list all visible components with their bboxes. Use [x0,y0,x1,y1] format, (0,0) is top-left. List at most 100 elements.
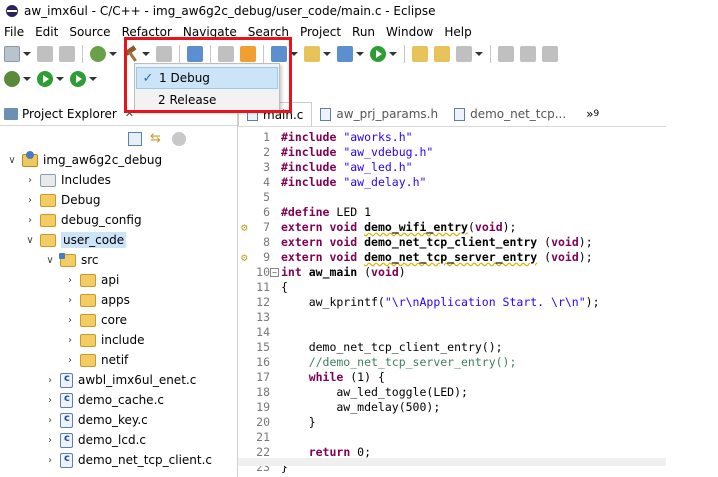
editor-tab-demo-net-tcp[interactable]: demo_net_tcp... [446,102,574,126]
menu-run[interactable]: Run [348,25,379,39]
debug-tool-icon[interactable] [187,46,203,62]
tree-item[interactable]: ∨ user_code [24,230,127,250]
toggle-build-icon[interactable] [240,46,256,62]
tree-item[interactable]: › demo_net_tcp_client.c [44,450,212,470]
chevron-right-icon[interactable]: › [64,275,76,286]
build-settings-icon[interactable] [90,46,106,62]
pin-icon[interactable] [520,46,536,62]
run-icon[interactable] [37,71,53,87]
tree-item[interactable]: › Includes [24,170,111,190]
tree-item[interactable]: › apps [64,290,130,310]
menu-refactor[interactable]: Refactor [118,25,176,39]
code-line[interactable]: 13 [238,310,666,325]
code-line[interactable]: 6 #define LED 1 [238,205,666,220]
build-settings-arrow-icon[interactable] [109,52,117,56]
tree-item[interactable]: ∨ img_aw6g2c_debug [6,150,162,170]
external-tools-icon[interactable] [70,71,86,87]
link-with-editor-icon[interactable]: ⇆ [150,132,164,146]
new-class-icon[interactable] [271,46,287,62]
new-c-project-icon[interactable] [370,46,386,62]
new-dropdown-arrow-icon[interactable] [23,52,31,56]
chevron-right-icon[interactable]: › [64,295,76,306]
new-source-file-arrow-icon[interactable] [356,52,364,56]
build-config-debug-item[interactable]: ✓ 1 Debug [136,67,278,89]
run-arrow-icon[interactable] [56,77,64,81]
chevron-down-icon[interactable]: ∨ [6,155,18,166]
new-class-arrow-icon[interactable] [290,52,298,56]
chevron-right-icon[interactable]: › [44,455,56,466]
editor-tab-prj-params[interactable]: aw_prj_params.h [312,102,446,126]
code-line[interactable]: 14 [238,325,666,340]
collapse-all-icon[interactable] [128,132,142,146]
code-line[interactable]: 19 aw_mdelay(500); [238,400,666,415]
menu-search[interactable]: Search [244,25,293,39]
code-line[interactable]: 12 aw_kprintf("\r\nApplication Start. \r… [238,295,666,310]
code-line[interactable]: 2 #include "aw_vdebug.h" [238,145,666,160]
chevron-down-icon[interactable]: ∨ [44,255,56,266]
code-line[interactable]: 20 } [238,415,666,430]
tree-item[interactable]: › netif [64,350,128,370]
code-line[interactable]: 3 #include "aw_led.h" [238,160,666,175]
chevron-down-icon[interactable]: ∨ [24,235,36,246]
new-folder-arrow-icon[interactable] [323,52,331,56]
new-c-project-arrow-icon[interactable] [389,52,397,56]
open-element-icon[interactable] [434,46,450,62]
chevron-right-icon[interactable]: › [44,435,56,446]
warning-marker-icon[interactable]: ⚙ [241,250,253,264]
new-icon[interactable] [4,46,20,62]
code-line[interactable]: 8 extern void demo_net_tcp_client_entry (… [238,235,666,250]
chevron-right-icon[interactable]: › [44,415,56,426]
code-line[interactable]: 18 aw_led_toggle(LED); [238,385,666,400]
code-line[interactable]: 17 while (1) { [238,370,666,385]
tree-item[interactable]: › demo_key.c [44,410,148,430]
new-source-file-icon[interactable] [337,46,353,62]
code-line[interactable]: 21 [238,430,666,445]
menu-file[interactable]: File [0,25,28,39]
menu-edit[interactable]: Edit [31,25,62,39]
code-line[interactable]: 16 //demo_net_tcp_server_entry(); [238,355,666,370]
tree-item[interactable]: › api [64,270,119,290]
code-line[interactable]: 5 [238,190,666,205]
tree-item[interactable]: › demo_cache.c [44,390,164,410]
edit-icon[interactable] [542,46,558,62]
new-folder-icon[interactable] [304,46,320,62]
tree-item[interactable]: › demo_lcd.c [44,430,146,450]
warning-marker-icon[interactable]: ⚙ [241,220,253,234]
tree-item[interactable]: › debug_config [24,210,142,230]
chevron-right-icon[interactable]: › [44,375,56,386]
code-line[interactable]: 9 ⚙ extern void demo_net_tcp_server_entry … [238,250,666,265]
annotation-icon[interactable] [498,46,514,62]
debug-arrow-icon[interactable] [23,77,31,81]
tree-item[interactable]: › awbl_imx6ul_enet.c [44,370,196,390]
build-config-release-item[interactable]: 2 Release [136,89,278,111]
debug-bug-icon[interactable] [4,71,20,87]
menu-project[interactable]: Project [296,25,345,39]
tree-item[interactable]: ∨ src [44,250,99,270]
save-icon[interactable] [37,46,53,62]
code-line[interactable]: 4 #include "aw_delay.h" [238,175,666,190]
chevron-right-icon[interactable]: › [24,175,36,186]
tab-overflow-button[interactable]: » 9 [586,102,599,126]
horizontal-scrollbar[interactable] [238,458,666,466]
code-editor[interactable]: 1 #include "aworks.h" 2 #include "aw_vdebug… [238,126,666,474]
chevron-right-icon[interactable]: › [44,395,56,406]
tree-item[interactable]: › Debug [24,190,100,210]
view-menu-icon[interactable] [172,132,186,146]
search-arrow-icon[interactable] [475,52,483,56]
tree-item[interactable]: › core [64,310,127,330]
binary-icon[interactable] [156,46,172,62]
chevron-right-icon[interactable]: › [64,355,76,366]
chevron-right-icon[interactable]: › [24,215,36,226]
project-explorer-tab[interactable]: Project Explorer [22,107,117,121]
code-line[interactable]: 15 demo_net_tcp_client_entry(); [238,340,666,355]
menu-navigate[interactable]: Navigate [179,25,241,39]
save-all-icon[interactable] [59,46,75,62]
fold-toggle-icon[interactable]: − [270,268,279,277]
search-icon[interactable] [456,46,472,62]
skip-breakpoints-icon[interactable] [218,46,234,62]
build-configuration-arrow-icon[interactable] [142,52,150,56]
open-type-icon[interactable] [412,46,428,62]
code-line[interactable]: 1 #include "aworks.h" [238,130,666,145]
code-line[interactable]: 11 { [238,280,666,295]
menu-window[interactable]: Window [382,25,437,39]
